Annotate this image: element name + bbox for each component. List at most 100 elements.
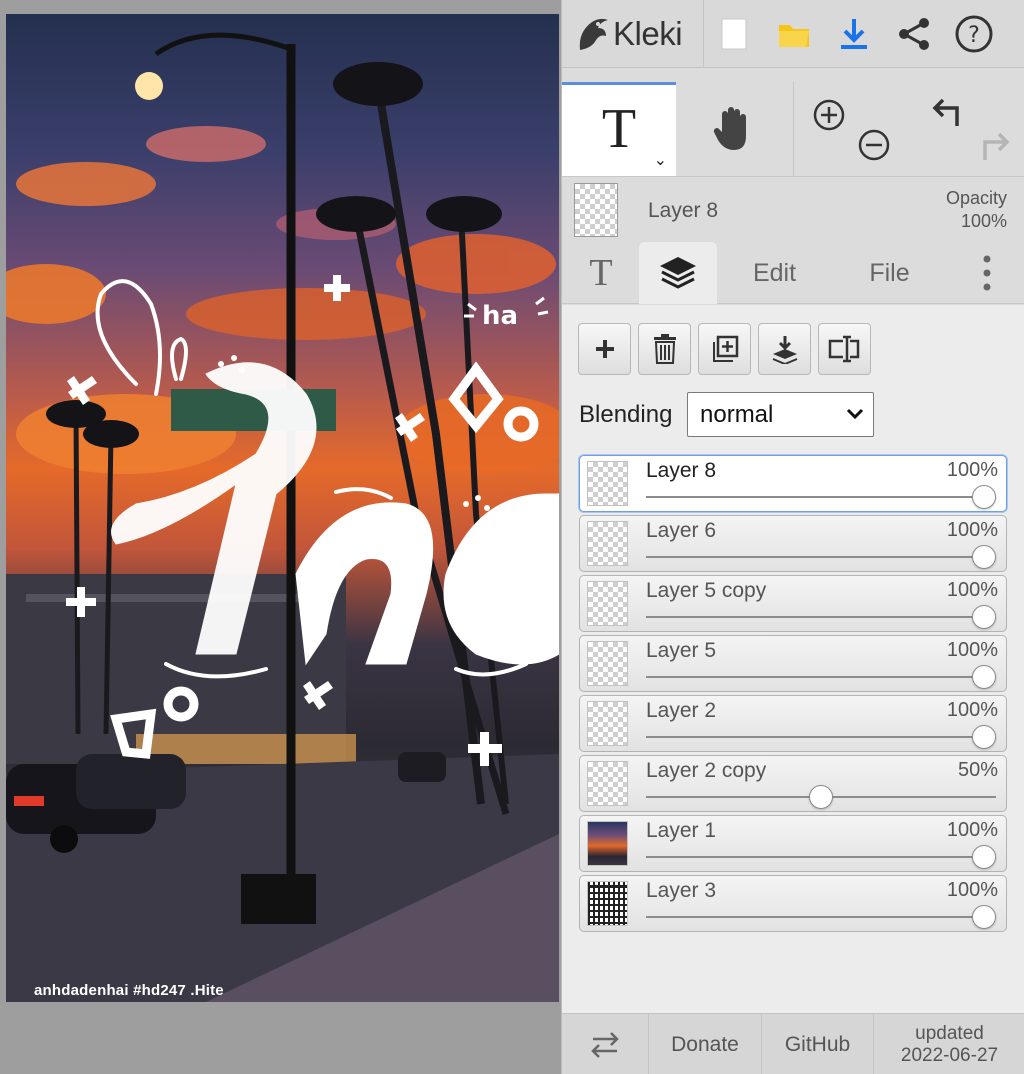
opacity-value: 100%	[960, 211, 1007, 231]
layer-opacity-slider[interactable]	[646, 736, 996, 738]
layers-panel: Blending normal Layer 8 100% Layer 6 100% La…	[562, 305, 1024, 1013]
hand-tool-button[interactable]	[676, 82, 794, 176]
tab-edit[interactable]: Edit	[727, 242, 822, 304]
opacity-label: Opacity	[945, 188, 1007, 208]
open-file-button[interactable]	[764, 0, 824, 68]
tool-dropdown-caret-icon[interactable]: ⌄	[654, 150, 667, 170]
rename-icon	[828, 335, 859, 363]
layer-thumbnail	[587, 881, 628, 926]
layer-opacity-value: 100%	[946, 459, 998, 481]
history-controls	[909, 82, 1024, 176]
layer-row[interactable]: Layer 5 100%	[579, 635, 1007, 692]
layer-opacity-slider[interactable]	[646, 496, 996, 498]
layer-opacity-value: 100%	[946, 879, 998, 901]
swap-side-button[interactable]	[562, 1014, 649, 1074]
layer-row[interactable]: Layer 2 100%	[579, 695, 1007, 752]
tool-row: T ⌄	[562, 82, 1024, 176]
drawing-canvas[interactable]: ha anhdadenhai #hd247 .Hite	[6, 14, 559, 1002]
logo-text: Kleki	[613, 14, 683, 52]
download-icon	[841, 18, 867, 49]
layer-thumbnail	[587, 821, 628, 866]
redo-icon[interactable]	[975, 128, 1015, 164]
layer-opacity-slider[interactable]	[646, 916, 996, 918]
svg-text:?: ?	[968, 23, 980, 48]
layer-opacity-slider-handle[interactable]	[972, 725, 996, 749]
new-image-button[interactable]	[704, 0, 764, 68]
current-layer-name: Layer 8	[648, 199, 719, 222]
layer-opacity-slider-handle[interactable]	[972, 845, 996, 869]
layer-name: Layer 8	[646, 459, 717, 482]
layer-name: Layer 2	[646, 699, 717, 722]
layer-opacity-slider[interactable]	[646, 556, 996, 558]
merge-down-button[interactable]	[758, 323, 811, 375]
donate-link[interactable]: Donate	[649, 1014, 762, 1074]
kleki-logo[interactable]: Kleki	[562, 0, 704, 68]
text-tool-button[interactable]: T ⌄	[562, 82, 676, 176]
zoom-in-icon[interactable]	[812, 98, 846, 132]
add-layer-button[interactable]	[578, 323, 631, 375]
changelog-link[interactable]: updated 2022-06-27	[874, 1014, 1024, 1074]
folder-icon	[779, 24, 809, 47]
canvas-artwork: ha	[6, 32, 559, 1002]
swap-arrows-icon	[591, 1031, 619, 1058]
rename-layer-button[interactable]	[818, 323, 871, 375]
side-panel: Kleki ? T ⌄ Layer 8 Opacity 100% T Edit …	[561, 0, 1024, 1074]
current-layer-opacity[interactable]: Opacity 100%	[946, 187, 1007, 233]
layer-name: Layer 6	[646, 519, 717, 542]
layer-row[interactable]: Layer 2 copy 50%	[579, 755, 1007, 812]
layer-name: Layer 2 copy	[646, 759, 767, 782]
duplicate-layer-button[interactable]	[698, 323, 751, 375]
layer-opacity-slider[interactable]	[646, 616, 996, 618]
layer-row[interactable]: Layer 1 100%	[579, 815, 1007, 872]
layer-opacity-value: 100%	[946, 579, 998, 601]
help-button[interactable]: ?	[944, 0, 1004, 68]
kleki-bird-icon	[579, 18, 608, 50]
layer-opacity-value: 100%	[946, 639, 998, 661]
delete-layer-button[interactable]	[638, 323, 691, 375]
layers-icon	[660, 257, 696, 289]
layer-thumbnail	[587, 521, 628, 566]
layer-opacity-slider-handle[interactable]	[972, 905, 996, 929]
layer-opacity-slider-handle[interactable]	[972, 545, 996, 569]
tab-tool-settings[interactable]: T	[576, 242, 626, 304]
layer-opacity-slider[interactable]	[646, 676, 996, 678]
layer-preview-thumbnail[interactable]	[574, 183, 618, 237]
plus-icon	[595, 340, 614, 358]
layer-opacity-value: 100%	[946, 699, 998, 721]
tab-layers[interactable]	[639, 242, 717, 304]
updated-date: 2022-06-27	[900, 1044, 999, 1066]
layer-name: Layer 5 copy	[646, 579, 767, 602]
layer-opacity-slider-handle[interactable]	[972, 605, 996, 629]
layer-opacity-slider-handle[interactable]	[972, 665, 996, 689]
canvas-area[interactable]: ha anhdadenhai #hd247 .Hite	[0, 0, 561, 1074]
layer-row[interactable]: Layer 5 copy 100%	[579, 575, 1007, 632]
share-icon	[899, 17, 929, 50]
layer-opacity-slider-handle[interactable]	[809, 785, 833, 809]
github-link[interactable]: GitHub	[762, 1014, 874, 1074]
layer-row[interactable]: Layer 6 100%	[579, 515, 1007, 572]
hand-icon	[713, 107, 746, 150]
watermark-text: anhdadenhai #hd247 .Hite	[34, 982, 224, 999]
layer-thumbnail	[587, 701, 628, 746]
layer-opacity-slider[interactable]	[646, 856, 996, 858]
text-tool-icon: T	[601, 97, 637, 160]
updated-label: updated	[915, 1022, 984, 1044]
layer-row[interactable]: Layer 3 100%	[579, 875, 1007, 932]
zoom-controls	[794, 82, 909, 176]
tab-file[interactable]: File	[842, 242, 937, 304]
svg-text:ha: ha	[482, 301, 518, 331]
zoom-out-icon[interactable]	[857, 128, 891, 162]
footer: Donate GitHub updated 2022-06-27	[562, 1013, 1024, 1074]
layer-row[interactable]: Layer 8 100%	[579, 455, 1007, 512]
save-download-button[interactable]	[824, 0, 884, 68]
layer-opacity-slider-handle[interactable]	[972, 485, 996, 509]
blending-value: normal	[700, 401, 774, 428]
tab-bar: T Edit File	[562, 242, 1024, 304]
blending-label: Blending	[579, 401, 673, 428]
undo-icon[interactable]	[927, 94, 967, 130]
blending-select[interactable]: normal	[687, 392, 874, 437]
help-icon: ?	[955, 15, 993, 52]
more-menu-button[interactable]	[967, 242, 1007, 304]
share-button[interactable]	[884, 0, 944, 68]
layer-opacity-value: 100%	[946, 819, 998, 841]
